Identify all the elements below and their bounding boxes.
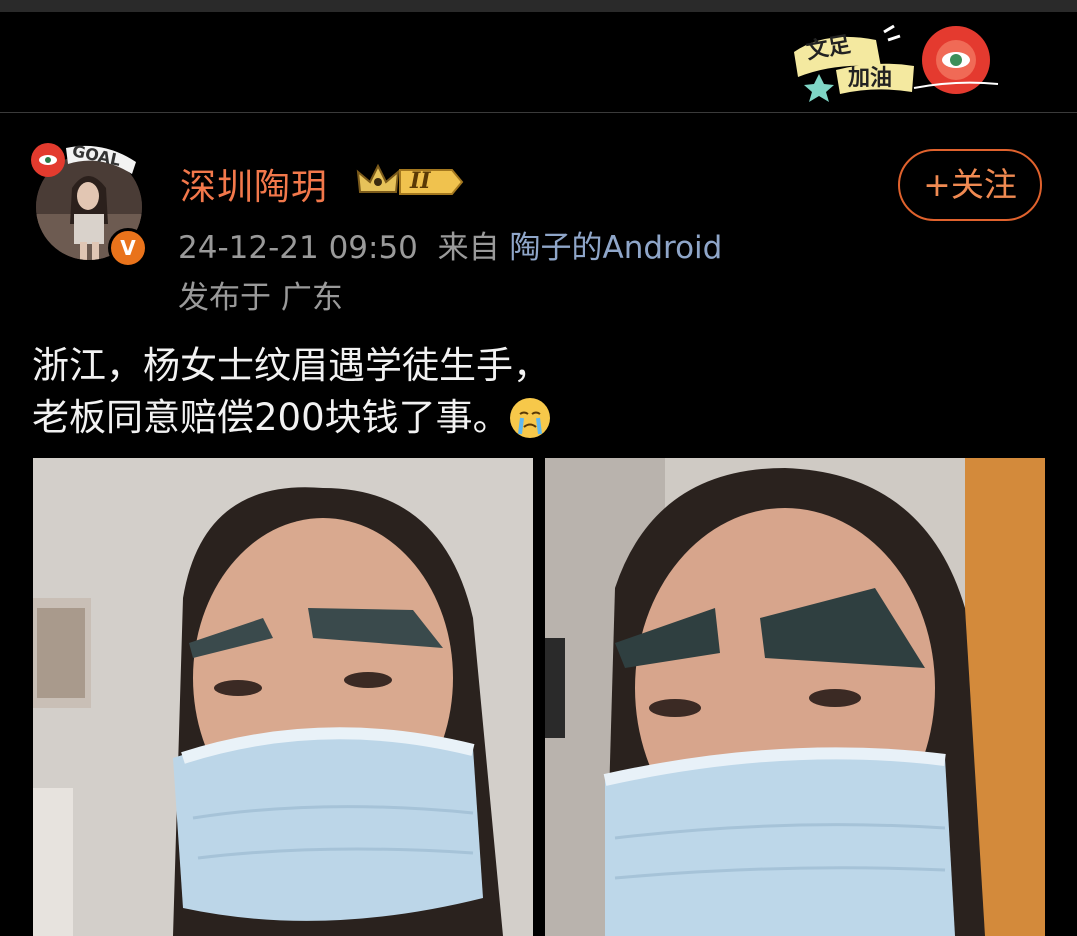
verified-v-icon: V (108, 228, 148, 268)
post-text-line-2-content: 老板同意赔偿200块钱了事。 (32, 396, 510, 439)
avatar[interactable]: GOAL V (28, 140, 148, 268)
post-text-line-2: 老板同意赔偿200块钱了事。 (32, 392, 550, 444)
post-photo-2[interactable] (545, 458, 1045, 936)
post-location: 发布于 广东 (178, 280, 343, 316)
post-time: 24-12-21 09:50 (178, 230, 418, 266)
sticker-text-2: 加油 (848, 66, 893, 91)
source-prefix: 来自 (437, 230, 500, 266)
post-photo-1[interactable] (33, 458, 533, 936)
follow-button[interactable]: +关注 (898, 149, 1042, 221)
post-meta: 24-12-21 09:50 来自 陶子的Android (178, 222, 722, 267)
post-text-line-1: 浙江，杨女士纹眉遇学徒生手， (32, 344, 550, 387)
username[interactable]: 深圳陶玥 (180, 158, 328, 210)
crying-emoji-icon (509, 398, 550, 438)
rank-level: II (410, 168, 431, 194)
post-text: 浙江，杨女士纹眉遇学徒生手， 老板同意赔偿200块钱了事。 (32, 340, 550, 444)
source-device-link[interactable]: 陶子的Android (509, 230, 722, 266)
top-strip (0, 0, 1077, 12)
